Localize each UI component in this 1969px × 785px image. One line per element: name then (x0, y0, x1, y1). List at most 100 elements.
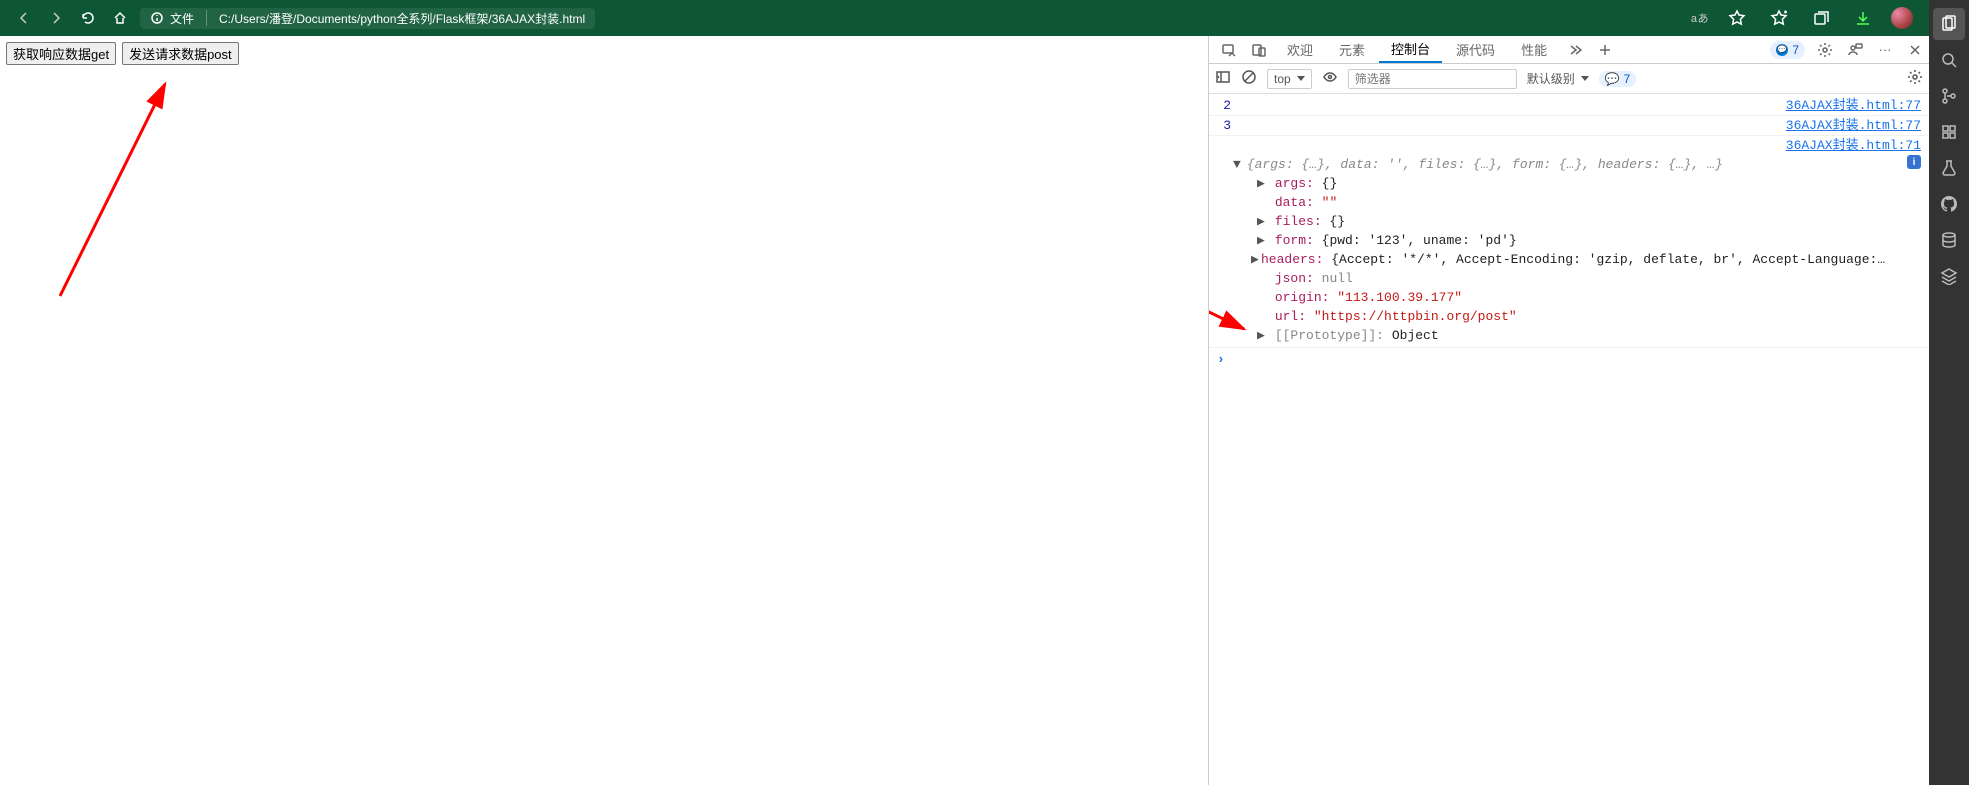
chat-icon: 💬 (1776, 44, 1788, 56)
page-viewport: 获取响应数据get 发送请求数据post (0, 36, 1208, 785)
live-expression-button[interactable] (1322, 69, 1338, 88)
object-prop[interactable]: ▶ files: {} (1233, 212, 1921, 231)
address-bar[interactable]: 文件 C:/Users/潘登/Documents/python全系列/Flask… (140, 8, 595, 29)
arrow-right-icon (48, 10, 64, 26)
caret-right-icon: ▶ (1257, 326, 1267, 345)
sidebar-labs-icon[interactable] (1933, 152, 1965, 184)
inspect-icon (1221, 42, 1237, 58)
object-prop[interactable]: ▶ form: {pwd: '123', uname: 'pd'} (1233, 231, 1921, 250)
console-log-row[interactable]: 36AJAX封装.html:71 (1209, 136, 1929, 155)
console-settings-button[interactable] (1907, 69, 1923, 88)
arrow-left-icon (16, 10, 32, 26)
info-icon (150, 11, 164, 25)
console-object[interactable]: ▼ {args: {…}, data: '', files: {…}, form… (1209, 155, 1929, 348)
level-label: 默认级别 (1527, 70, 1575, 87)
double-chevron-right-icon (1568, 43, 1582, 57)
browser-toolbar: 文件 C:/Users/潘登/Documents/python全系列/Flask… (0, 0, 1969, 36)
feedback-button[interactable] (1841, 36, 1869, 63)
object-prop[interactable]: origin: "113.100.39.177" (1233, 288, 1921, 307)
sidebar-icon (1215, 69, 1231, 85)
execution-context-selector[interactable]: top (1267, 69, 1312, 89)
downloads-button[interactable] (1849, 4, 1877, 32)
favorite-button[interactable] (1723, 4, 1751, 32)
caret-right-icon: ▶ (1251, 250, 1261, 269)
tab-welcome[interactable]: 欢迎 (1275, 36, 1325, 63)
tab-console[interactable]: 控制台 (1379, 36, 1442, 63)
log-value: 2 (1217, 96, 1237, 115)
console-prompt[interactable]: › (1209, 348, 1929, 371)
object-prop[interactable]: ▶headers: {Accept: '*/*', Accept-Encodin… (1233, 250, 1921, 269)
source-link[interactable]: 36AJAX封装.html:77 (1786, 116, 1921, 135)
home-icon (112, 10, 128, 26)
object-prop[interactable]: data: "" (1233, 193, 1921, 212)
url-kind-label: 文件 (170, 10, 194, 27)
tabs-overflow-button[interactable] (1561, 36, 1589, 63)
log-value: 3 (1217, 116, 1237, 135)
clear-console-button[interactable] (1241, 69, 1257, 88)
refresh-button[interactable] (72, 4, 104, 32)
info-icon[interactable]: i (1907, 155, 1921, 169)
settings-button[interactable] (1811, 36, 1839, 63)
source-link[interactable]: 36AJAX封装.html:71 (1786, 136, 1921, 155)
issues-badge[interactable]: 💬 7 (1770, 41, 1805, 59)
forward-button[interactable] (40, 4, 72, 32)
reading-mode-icon[interactable]: aあ (1691, 10, 1709, 26)
caret-right-icon: ▶ (1257, 174, 1267, 193)
tab-sources[interactable]: 源代码 (1444, 36, 1507, 63)
clear-icon (1241, 69, 1257, 85)
sidebar-search-icon[interactable] (1933, 44, 1965, 76)
new-tab-button[interactable] (1591, 36, 1619, 63)
console-log-row[interactable]: 2 36AJAX封装.html:77 (1209, 96, 1929, 116)
favorites-hub-button[interactable] (1765, 4, 1793, 32)
profile-avatar[interactable] (1891, 7, 1913, 29)
tab-elements[interactable]: 元素 (1327, 36, 1377, 63)
source-link[interactable]: 36AJAX封装.html:77 (1786, 96, 1921, 115)
toolbar-right: aあ ··· (1691, 4, 1961, 32)
plus-icon (1598, 43, 1612, 57)
sidebar-db-icon[interactable] (1933, 224, 1965, 256)
star-plus-icon (1770, 9, 1788, 27)
star-outline-icon (1728, 9, 1746, 27)
gear-icon (1817, 42, 1833, 58)
home-button[interactable] (104, 4, 136, 32)
devices-icon (1251, 42, 1267, 58)
close-devtools-button[interactable] (1901, 36, 1929, 63)
object-summary[interactable]: ▼ {args: {…}, data: '', files: {…}, form… (1233, 155, 1921, 174)
object-prop[interactable]: ▶ [[Prototype]]: Object (1233, 326, 1921, 345)
more-options-button[interactable]: ··· (1871, 36, 1899, 63)
toggle-sidebar-button[interactable] (1215, 69, 1231, 88)
sidebar-copy-icon[interactable] (1933, 8, 1965, 40)
get-button[interactable]: 获取响应数据get (6, 42, 116, 65)
ellipsis-icon: ··· (1879, 42, 1892, 57)
caret-right-icon: ▶ (1257, 231, 1267, 250)
caret-down-icon: ▼ (1233, 155, 1241, 174)
tab-performance[interactable]: 性能 (1509, 36, 1559, 63)
chat-icon: 💬 (1605, 72, 1620, 86)
device-toolbar-button[interactable] (1215, 36, 1243, 63)
filter-input[interactable] (1348, 69, 1517, 89)
back-button[interactable] (8, 4, 40, 32)
object-prop[interactable]: ▶ args: {} (1233, 174, 1921, 193)
page-buttons: 获取响应数据get 发送请求数据post (6, 42, 1202, 65)
sidebar-branch-icon[interactable] (1933, 80, 1965, 112)
device-emulation-button[interactable] (1245, 36, 1273, 63)
close-icon (1908, 43, 1922, 57)
chevron-down-icon (1297, 76, 1305, 81)
issues-inline-badge[interactable]: 💬 7 (1599, 71, 1637, 87)
devtools-tabs: 欢迎 元素 控制台 源代码 性能 💬 7 ··· (1209, 36, 1929, 64)
collections-button[interactable] (1807, 4, 1835, 32)
post-button[interactable]: 发送请求数据post (122, 42, 239, 65)
caret-right-icon: ▶ (1257, 212, 1267, 231)
refresh-icon (80, 10, 96, 26)
devtools-panel: 欢迎 元素 控制台 源代码 性能 💬 7 ··· top (1208, 36, 1929, 785)
sidebar-extensions-icon[interactable] (1933, 116, 1965, 148)
sidebar-layers-icon[interactable] (1933, 260, 1965, 292)
console-toolbar: top 默认级别 💬 7 (1209, 64, 1929, 94)
sidebar-github-icon[interactable] (1933, 188, 1965, 220)
object-prop[interactable]: url: "https://httpbin.org/post" (1233, 307, 1921, 326)
log-level-selector[interactable]: 默认级别 (1527, 70, 1589, 87)
separator (206, 10, 207, 26)
exec-ctx-label: top (1274, 72, 1291, 86)
console-log-row[interactable]: 3 36AJAX封装.html:77 (1209, 116, 1929, 136)
object-prop[interactable]: json: null (1233, 269, 1921, 288)
